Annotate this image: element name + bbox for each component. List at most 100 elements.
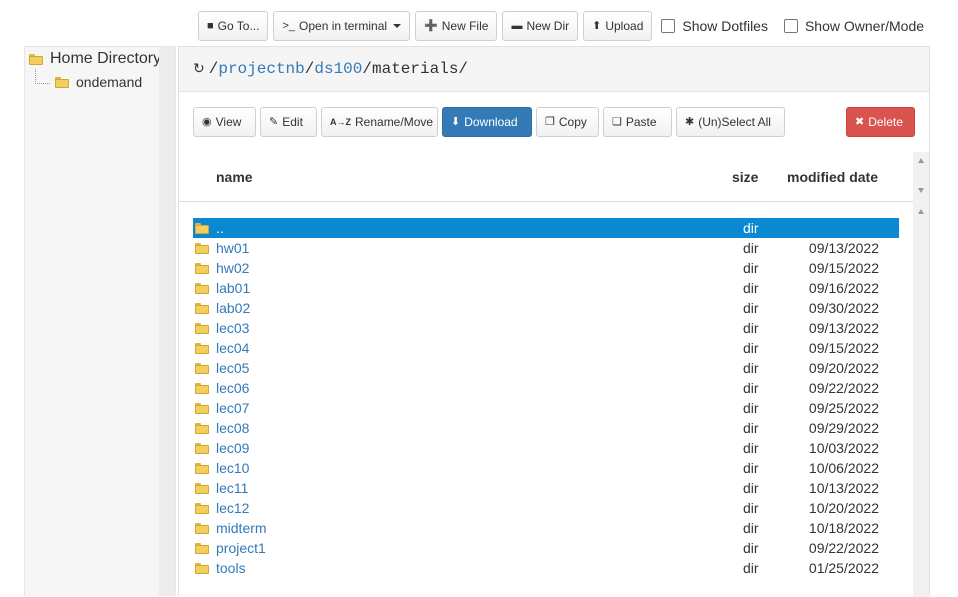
eye-icon: ◉ bbox=[202, 115, 212, 128]
new-file-button[interactable]: ➕ New File bbox=[415, 11, 498, 41]
download-button[interactable]: ⬇ Download bbox=[442, 107, 532, 137]
table-row[interactable]: midterm dir 10/18/2022 bbox=[193, 518, 899, 538]
file-name[interactable]: lec11 bbox=[216, 480, 248, 496]
file-modified-date: 10/18/2022 bbox=[808, 520, 879, 536]
upload-label: Upload bbox=[605, 19, 644, 33]
tree-item-home-directory[interactable]: Home Directory bbox=[29, 50, 174, 68]
table-scrollbar[interactable] bbox=[913, 152, 929, 597]
show-owner-checkbox[interactable] bbox=[783, 19, 798, 33]
folder-icon bbox=[195, 282, 209, 294]
scroll-down-icon[interactable] bbox=[918, 188, 924, 193]
file-name[interactable]: lec06 bbox=[216, 380, 249, 396]
table-row[interactable]: lec03 dir 09/13/2022 bbox=[193, 318, 899, 338]
rename-move-button[interactable]: A→Z Rename/Move bbox=[321, 107, 438, 137]
table-row[interactable]: lec11 dir 10/13/2022 bbox=[193, 478, 899, 498]
table-row[interactable]: lec09 dir 10/03/2022 bbox=[193, 438, 899, 458]
table-row[interactable]: lab01 dir 09/16/2022 bbox=[193, 278, 899, 298]
select-all-label: (Un)Select All bbox=[698, 115, 771, 129]
edit-button[interactable]: ✎ Edit bbox=[260, 107, 317, 137]
folder-icon bbox=[195, 442, 209, 454]
table-row[interactable]: lec07 dir 09/25/2022 bbox=[193, 398, 899, 418]
upload-icon: ⬆ bbox=[592, 19, 602, 32]
table-row[interactable]: lec08 dir 09/29/2022 bbox=[193, 418, 899, 438]
file-name[interactable]: midterm bbox=[216, 520, 267, 536]
table-row[interactable]: lec12 dir 10/20/2022 bbox=[193, 498, 899, 518]
file-modified-date: 10/03/2022 bbox=[808, 440, 879, 456]
file-name[interactable]: lec08 bbox=[216, 420, 249, 436]
folder-icon bbox=[195, 302, 209, 314]
view-button[interactable]: ◉ View bbox=[193, 107, 256, 137]
file-name[interactable]: lec05 bbox=[216, 360, 249, 376]
file-size: dir bbox=[743, 260, 759, 276]
column-header-size[interactable]: size bbox=[732, 169, 758, 185]
file-modified-date: 10/20/2022 bbox=[808, 500, 879, 516]
table-row[interactable]: lec04 dir 09/15/2022 bbox=[193, 338, 899, 358]
path-bar: ↻ / projectnb / ds100 / materials / bbox=[179, 47, 929, 92]
file-name[interactable]: lec09 bbox=[216, 440, 249, 456]
show-dotfiles-toggle[interactable]: Show Dotfiles bbox=[661, 18, 768, 34]
file-name[interactable]: lec04 bbox=[216, 340, 249, 356]
table-row[interactable]: lab02 dir 09/30/2022 bbox=[193, 298, 899, 318]
trash-icon: ✖ bbox=[855, 115, 865, 128]
table-row[interactable]: lec10 dir 10/06/2022 bbox=[193, 458, 899, 478]
file-name[interactable]: lec03 bbox=[216, 320, 249, 336]
file-name[interactable]: tools bbox=[216, 560, 246, 576]
file-size: dir bbox=[743, 360, 759, 376]
select-all-button[interactable]: ✱ (Un)Select All bbox=[676, 107, 785, 137]
breadcrumb-ds100[interactable]: ds100 bbox=[314, 60, 362, 78]
tree-connector bbox=[35, 69, 50, 84]
table-row[interactable]: hw01 dir 09/13/2022 bbox=[193, 238, 899, 258]
show-owner-toggle[interactable]: Show Owner/Mode bbox=[783, 18, 925, 34]
file-name[interactable]: hw02 bbox=[216, 260, 249, 276]
file-size: dir bbox=[743, 560, 759, 576]
paste-button[interactable]: ❏ Paste bbox=[603, 107, 672, 137]
table-row[interactable]: lec06 dir 09/22/2022 bbox=[193, 378, 899, 398]
file-modified-date: 09/30/2022 bbox=[808, 300, 879, 316]
column-header-modified[interactable]: modified date bbox=[787, 169, 878, 185]
file-name[interactable]: lec12 bbox=[216, 500, 249, 516]
table-row[interactable]: tools dir 01/25/2022 bbox=[193, 558, 899, 578]
new-dir-label: New Dir bbox=[526, 19, 570, 33]
scroll-up-icon[interactable] bbox=[918, 209, 924, 214]
tree-item-ondemand[interactable]: ondemand bbox=[55, 74, 142, 90]
table-row[interactable]: .. dir bbox=[193, 218, 899, 238]
file-name[interactable]: lab01 bbox=[216, 280, 250, 296]
open-terminal-label: Open in terminal bbox=[299, 19, 388, 33]
breadcrumb-projectnb[interactable]: projectnb bbox=[218, 60, 304, 78]
file-size: dir bbox=[743, 540, 759, 556]
new-dir-button[interactable]: ▬ New Dir bbox=[502, 11, 579, 41]
paste-label: Paste bbox=[625, 115, 657, 129]
file-name[interactable]: lec07 bbox=[216, 400, 249, 416]
delete-button[interactable]: ✖ Delete bbox=[846, 107, 915, 137]
file-modified-date: 09/20/2022 bbox=[808, 360, 879, 376]
file-modified-date: 09/22/2022 bbox=[808, 380, 879, 396]
upload-button[interactable]: ⬆ Upload bbox=[583, 11, 653, 41]
file-name[interactable]: lab02 bbox=[216, 300, 250, 316]
folder-icon bbox=[195, 422, 209, 434]
path-separator: / bbox=[208, 60, 219, 78]
show-owner-label: Show Owner/Mode bbox=[804, 18, 925, 34]
copy-label: Copy bbox=[558, 115, 587, 129]
breadcrumb: ↻ / projectnb / ds100 / materials / bbox=[193, 60, 468, 78]
show-dotfiles-checkbox[interactable] bbox=[661, 19, 676, 33]
file-size: dir bbox=[743, 320, 759, 336]
file-name[interactable]: hw01 bbox=[216, 240, 249, 256]
table-row[interactable]: hw02 dir 09/15/2022 bbox=[193, 258, 899, 278]
file-name[interactable]: lec10 bbox=[216, 460, 249, 476]
scroll-up-icon[interactable] bbox=[918, 158, 924, 163]
breadcrumb-materials: materials bbox=[372, 60, 459, 78]
file-name[interactable]: .. bbox=[216, 220, 224, 236]
table-row[interactable]: project1 dir 09/22/2022 bbox=[193, 538, 899, 558]
file-name[interactable]: project1 bbox=[216, 540, 266, 556]
table-row[interactable]: lec05 dir 09/20/2022 bbox=[193, 358, 899, 378]
tree-scrollbar[interactable] bbox=[159, 47, 175, 596]
column-header-name[interactable]: name bbox=[216, 169, 253, 185]
directory-tree: Home Directory ondemand bbox=[24, 46, 176, 596]
open-terminal-button[interactable]: >_ Open in terminal bbox=[273, 11, 411, 41]
file-modified-date: 09/13/2022 bbox=[808, 240, 879, 256]
file-size: dir bbox=[743, 440, 759, 456]
terminal-icon: >_ bbox=[282, 19, 296, 32]
goto-button[interactable]: ■ Go To... bbox=[198, 11, 269, 41]
refresh-icon[interactable]: ↻ bbox=[193, 61, 205, 77]
copy-button[interactable]: ❐ Copy bbox=[536, 107, 599, 137]
